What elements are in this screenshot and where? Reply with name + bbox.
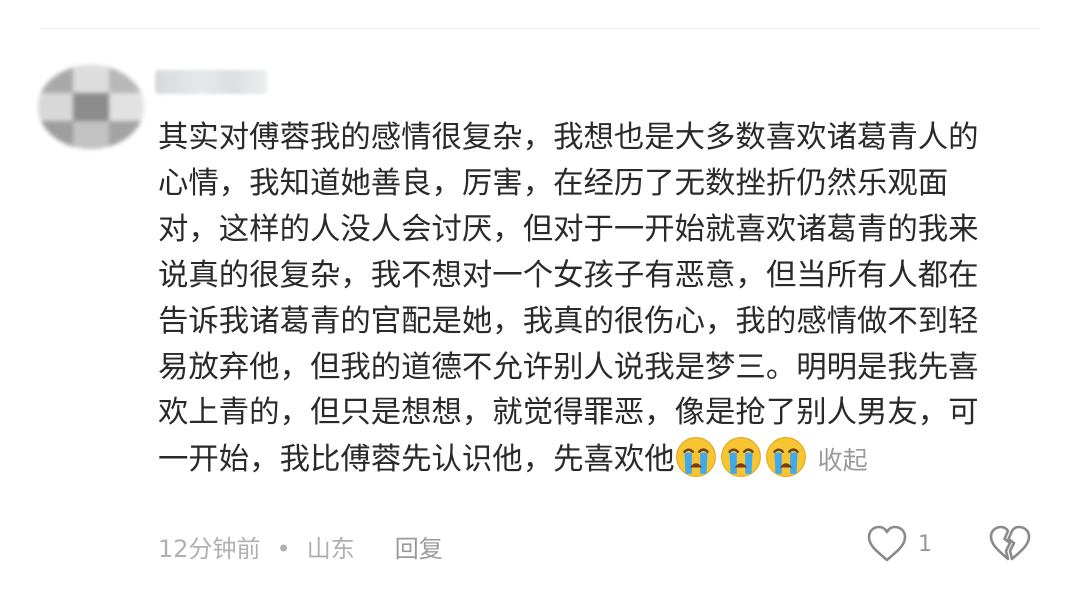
top-divider bbox=[40, 28, 1040, 29]
comment-line: 其实对傅蓉我的感情很复杂，我想也是大多数喜欢诸葛青人的 bbox=[158, 120, 979, 155]
comment-line: 告诉我诸葛青的官配是她，我真的很伤心，我的感情做不到轻 bbox=[158, 303, 979, 339]
comment-line: 易放弃他，但我的道德不允许别人说我是梦三。明明是我先喜 bbox=[158, 349, 979, 385]
like-count: 1 bbox=[918, 531, 932, 557]
broken-heart-icon bbox=[989, 525, 1031, 561]
avatar-image bbox=[38, 65, 144, 149]
comment-line: 说真的很复杂，我不想对一个女孩子有恶意，但当所有人都在 bbox=[158, 257, 979, 293]
comment-body: 其实对傅蓉我的感情很复杂，我想也是大多数喜欢诸葛青人的 心情，我知道她善良，厉害… bbox=[158, 115, 1043, 484]
heart-outline-icon bbox=[867, 525, 907, 562]
avatar[interactable] bbox=[38, 65, 144, 149]
meta-separator: • bbox=[276, 535, 291, 563]
loudly-crying-face-icon bbox=[720, 437, 761, 478]
comment-line: 欢上青的，但只是想想，就觉得罪恶，像是抢了别人男友，可 bbox=[158, 395, 979, 431]
comment-line: 对，这样的人没人会讨厌，但对于一开始就喜欢诸葛青的我来 bbox=[158, 211, 979, 247]
username-blurred[interactable] bbox=[155, 70, 267, 94]
comment-line: 一开始，我比傅蓉先认识他，先喜欢他 bbox=[158, 442, 675, 478]
reply-button[interactable]: 回复 bbox=[395, 535, 443, 563]
comment-line: 心情，我知道她善良，厉害，在经历了无数挫折仍然乐观面 bbox=[158, 165, 949, 201]
comment-location: 山东 bbox=[306, 535, 355, 563]
collapse-link[interactable]: 收起 bbox=[818, 446, 868, 475]
comment-meta: 12分钟前 • 山东 回复 bbox=[158, 529, 443, 564]
dislike-button[interactable] bbox=[988, 524, 1032, 564]
comment-time: 12分钟前 bbox=[158, 535, 261, 563]
like-button[interactable]: 1 bbox=[866, 524, 932, 564]
loudly-crying-face-icon bbox=[675, 437, 716, 478]
loudly-crying-face-icon bbox=[765, 437, 806, 478]
